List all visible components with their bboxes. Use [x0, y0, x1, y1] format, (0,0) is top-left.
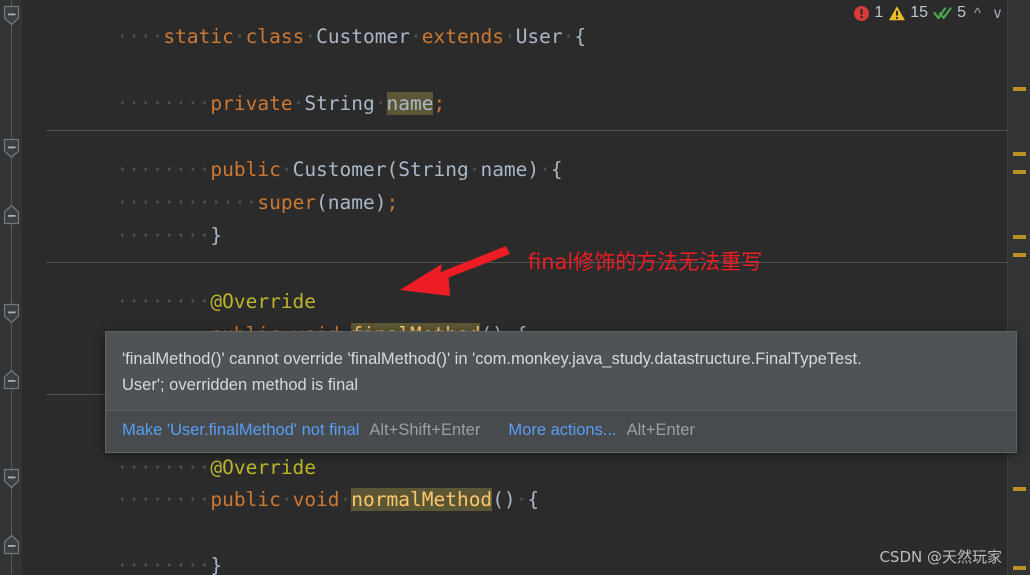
stripe-marker[interactable]: [1013, 170, 1026, 174]
error-circle-icon: [854, 5, 870, 21]
watermark-text: CSDN @天然玩家: [879, 548, 1002, 566]
more-actions-shortcut: Alt+Enter: [626, 421, 695, 439]
stripe-marker[interactable]: [1013, 152, 1026, 156]
checkmark-icon: [933, 6, 952, 19]
code-line-9: ········public·void·normalMethod()·{: [116, 488, 540, 511]
error-count: 1: [874, 4, 884, 21]
code-line-10: ········}: [116, 554, 223, 575]
annotation-text: final修饰的方法无法重写: [528, 250, 763, 274]
stripe-marker[interactable]: [1013, 487, 1026, 491]
inspection-status-bar[interactable]: 1 15 5 ^ ∨: [853, 4, 1006, 22]
error-stripe-scrollbar[interactable]: [1007, 0, 1030, 575]
fold-marker-normalmethod-start[interactable]: [2, 468, 21, 489]
make-not-final-action[interactable]: Make 'User.finalMethod' not final: [122, 421, 359, 440]
code-line-5: ········}: [116, 224, 223, 247]
warning-count: 15: [910, 4, 929, 21]
fold-marker-finalmethod-start[interactable]: [2, 303, 21, 324]
chevron-down-icon[interactable]: ∨: [989, 4, 1006, 22]
fold-marker-constructor-end[interactable]: [2, 204, 21, 225]
inspection-tooltip[interactable]: 'finalMethod()' cannot override 'finalMe…: [105, 331, 1017, 453]
ok-status[interactable]: 5: [933, 4, 966, 22]
code-line-1: ····static·class·Customer·extends·User·{: [116, 25, 587, 48]
fold-marker-constructor-start[interactable]: [2, 138, 21, 159]
stripe-marker[interactable]: [1013, 235, 1026, 239]
stripe-marker[interactable]: [1013, 87, 1026, 91]
warning-triangle-icon: [889, 5, 906, 20]
error-status[interactable]: 1: [853, 4, 883, 22]
red-arrow-annotation: [398, 240, 528, 314]
tooltip-actions: Make 'User.finalMethod' not final Alt+Sh…: [106, 410, 1016, 452]
tooltip-message-line-2: User'; overridden method is final: [122, 376, 359, 394]
intellij-editor-screenshot: ····static·class·Customer·extends·User·{…: [0, 0, 1030, 575]
stripe-marker[interactable]: [1013, 566, 1026, 570]
ok-count: 5: [957, 4, 966, 21]
fold-marker-finalmethod-end[interactable]: [2, 369, 21, 390]
fold-marker-class[interactable]: [2, 5, 21, 26]
code-line-2: ········private·String·name;: [116, 92, 446, 115]
warning-status[interactable]: 15: [888, 4, 928, 22]
more-actions-link[interactable]: More actions...: [508, 421, 616, 440]
editor-gutter: [0, 0, 23, 575]
chevron-up-icon[interactable]: ^: [971, 5, 984, 22]
make-not-final-shortcut: Alt+Shift+Enter: [369, 421, 481, 439]
tooltip-message-line-1: 'finalMethod()' cannot override 'finalMe…: [122, 350, 862, 368]
tooltip-message: 'finalMethod()' cannot override 'finalMe…: [106, 332, 1016, 410]
stripe-marker[interactable]: [1013, 253, 1026, 257]
fold-marker-normalmethod-end[interactable]: [2, 534, 21, 555]
